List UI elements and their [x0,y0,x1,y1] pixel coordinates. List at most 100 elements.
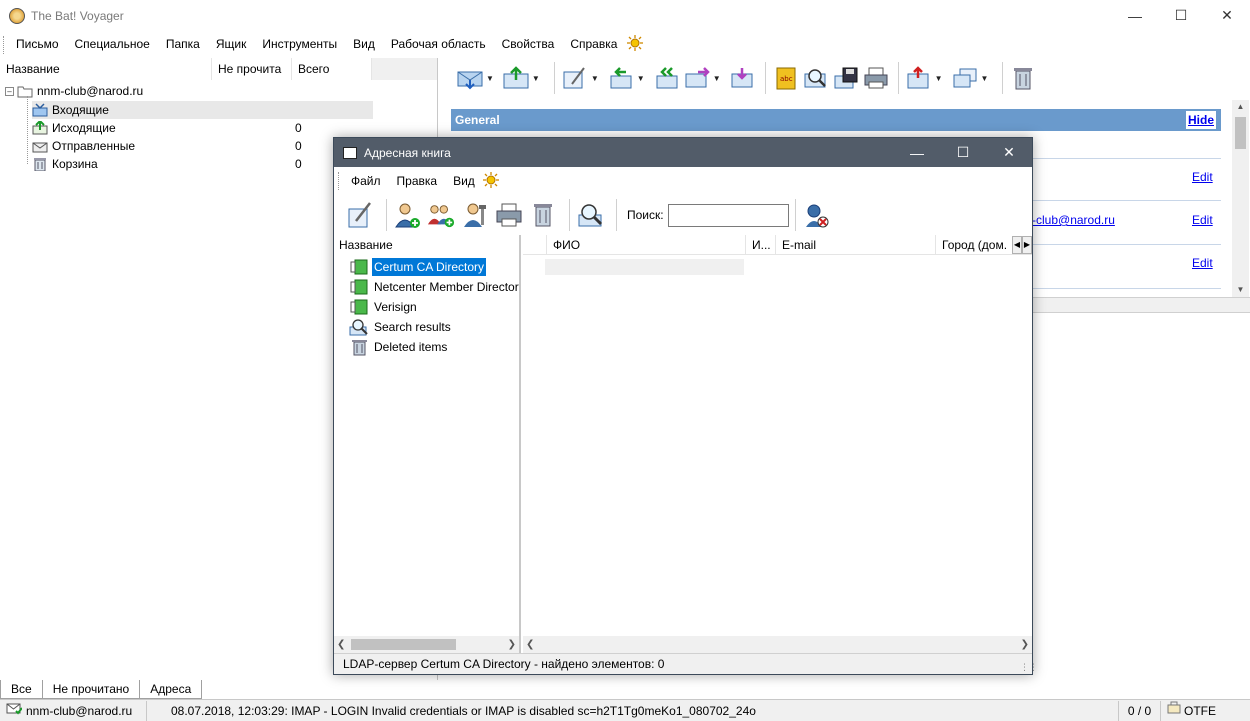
print-icon[interactable] [862,64,890,92]
delete-icon[interactable] [1009,64,1037,92]
get-mail-icon[interactable] [456,64,484,92]
folder-row-sent[interactable]: Отправленные 0 [32,137,332,155]
column-fullname[interactable]: ФИО [547,235,746,254]
ab-item-verisign[interactable]: Verisign [349,297,419,317]
move-to-folder-icon[interactable] [905,64,933,92]
save-icon[interactable] [832,64,860,92]
tab-unread[interactable]: Не прочитано [41,680,141,699]
dialog-menu-file[interactable]: Файл [343,169,389,193]
reply-icon[interactable] [607,64,635,92]
dialog-close-button[interactable]: ✕ [986,138,1032,167]
menu-folder[interactable]: Папка [158,33,208,56]
menu-special[interactable]: Специальное [67,33,158,56]
dialog-titlebar: Адресная книга — ☐ ✕ [334,138,1032,167]
edit-link-3[interactable]: Edit [1192,256,1213,270]
tree-column-header[interactable]: Название [334,235,519,255]
sun-icon[interactable] [627,35,644,54]
list-horizontal-scrollbar[interactable]: ❮ ❯ [523,636,1032,653]
redirect-icon[interactable] [729,64,757,92]
dialog-menu-edit[interactable]: Правка [389,169,446,193]
sent-folder-icon [32,139,48,153]
sun-icon[interactable] [482,171,499,191]
scroll-thumb[interactable] [351,639,456,650]
copy-dropdown-icon[interactable]: ▼ [981,74,989,83]
search-icon [349,318,369,336]
scroll-down-icon[interactable]: ▼ [1232,283,1249,297]
send-mail-icon[interactable] [502,64,530,92]
scroll-left-icon[interactable]: ❮ [526,639,534,650]
scroll-right-icon[interactable]: ❯ [508,639,516,650]
print-contacts-icon[interactable] [495,201,523,229]
menu-properties[interactable]: Свойства [494,33,563,56]
dialog-maximize-button[interactable]: ☐ [940,138,986,167]
address-book-window-icon [343,146,357,159]
folder-header: Название Не прочита Всего [0,57,437,80]
search-contacts-icon[interactable] [576,201,604,229]
dialog-menu-view[interactable]: Вид [445,169,483,193]
menubar-grip[interactable] [338,172,341,190]
menubar-grip[interactable] [3,35,6,54]
column-email[interactable]: E-mail [776,235,936,254]
add-group-icon[interactable] [427,201,455,229]
minimize-button[interactable]: — [1112,0,1158,31]
find-icon[interactable] [802,64,830,92]
new-message-dropdown-icon[interactable]: ▼ [591,74,599,83]
resize-grip-icon[interactable]: ⋮⋮ [1020,662,1038,672]
scroll-right-icon[interactable]: ❯ [1021,639,1029,650]
folder-row-trash[interactable]: Корзина 0 [32,155,332,173]
search-input[interactable] [667,203,789,227]
menu-letter[interactable]: Письмо [8,33,67,56]
header-scroll-right-icon[interactable]: ▶ [1022,236,1032,254]
tab-addresses[interactable]: Адреса [139,680,203,699]
menu-view[interactable]: Вид [345,33,383,56]
trash-icon [32,157,48,172]
hide-link[interactable]: Hide [1185,111,1216,129]
get-mail-dropdown-icon[interactable]: ▼ [486,74,494,83]
maximize-button[interactable]: ☐ [1158,0,1204,31]
menu-mailbox[interactable]: Ящик [208,33,255,56]
copy-to-folder-icon[interactable] [951,64,979,92]
menu-workspace[interactable]: Рабочая область [383,33,494,56]
column-unread[interactable]: Не прочита [212,57,292,80]
folder-row-outbox[interactable]: Исходящие 0 [32,119,332,137]
column-city[interactable]: Город (дом. [936,235,1010,254]
column-name[interactable]: Название [0,57,212,80]
send-mail-dropdown-icon[interactable]: ▼ [532,74,540,83]
tree-horizontal-scrollbar[interactable]: ❮ ❯ [334,636,519,653]
menu-tools[interactable]: Инструменты [254,33,345,56]
reply-all-icon[interactable] [653,64,681,92]
new-contact-edit-icon[interactable] [346,201,374,229]
reply-dropdown-icon[interactable]: ▼ [637,74,645,83]
scroll-up-icon[interactable]: ▲ [1232,100,1249,114]
address-book-icon[interactable]: abc [772,64,800,92]
edit-link-2[interactable]: Edit [1192,213,1213,227]
ab-item-search-results[interactable]: Search results [349,317,453,337]
column-total[interactable]: Всего [292,57,372,80]
contact-properties-icon[interactable] [461,201,489,229]
collapse-icon[interactable]: – [5,86,14,96]
menu-help[interactable]: Справка [562,33,625,56]
divider [1032,200,1221,201]
scroll-thumb[interactable] [1235,117,1246,149]
scroll-left-icon[interactable]: ❮ [337,639,345,650]
close-button[interactable]: ✕ [1204,0,1250,31]
header-scroll-left-icon[interactable]: ◀ [1012,236,1022,254]
dialog-minimize-button[interactable]: — [894,138,940,167]
ab-item-deleted[interactable]: Deleted items [349,337,449,357]
tab-all[interactable]: Все [0,680,43,699]
clear-search-icon[interactable] [802,201,830,229]
column-initials[interactable]: И... [746,235,776,254]
add-contact-icon[interactable] [393,201,421,229]
ab-item-netcenter[interactable]: Netcenter Member Director [349,277,521,297]
move-dropdown-icon[interactable]: ▼ [935,74,943,83]
email-link[interactable]: -club@narod.ru [1032,213,1115,227]
delete-contact-icon[interactable] [529,201,557,229]
edit-link-1[interactable]: Edit [1192,170,1213,184]
account-row[interactable]: – nnm-club@narod.ru [5,82,143,100]
ab-item-certum[interactable]: Certum CA Directory [349,257,487,277]
forward-icon[interactable] [683,64,711,92]
forward-dropdown-icon[interactable]: ▼ [713,74,721,83]
preview-vertical-scrollbar[interactable]: ▲ ▼ [1232,100,1249,297]
folder-row-inbox[interactable]: Входящие [32,101,373,119]
new-message-icon[interactable] [561,64,589,92]
